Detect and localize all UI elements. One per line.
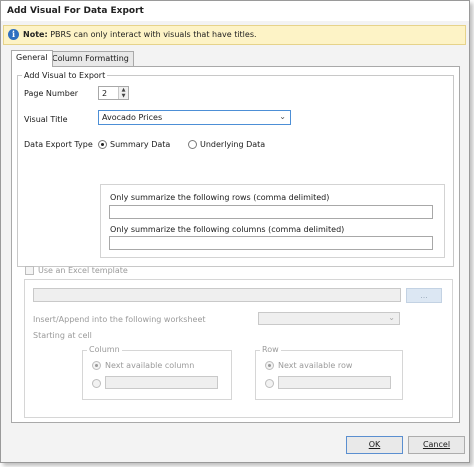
dialog-window: Add Visual For Data Export i Note: PBRS … [0,0,470,463]
ok-button[interactable]: OK [346,436,403,454]
dialog-footer: OK Cancel [1,429,469,462]
ok-label: OK [368,440,381,449]
page-number-label: Page Number [24,89,79,98]
column-next-available-radio[interactable] [92,361,101,370]
note-message: PBRS can only interact with visuals that… [50,30,257,39]
row-next-available-radio[interactable] [265,361,274,370]
column-specific-radio[interactable] [92,379,101,388]
summarize-rows-input[interactable] [109,205,433,219]
add-visual-section-label: Add Visual to Export [22,71,108,80]
tab-column-formatting[interactable]: Column Formatting [47,51,134,66]
note-banner: i Note: PBRS can only interact with visu… [3,25,466,45]
starting-cell-label: Starting at cell [33,331,92,340]
note-label: Note: [23,30,48,39]
row-group [255,350,403,400]
excel-template-label[interactable]: Use an Excel template [38,266,128,275]
summarize-rows-label: Only summarize the following rows (comma… [110,193,330,202]
visual-title-select[interactable]: Avocado Prices ⌄ [98,110,291,125]
visual-title-value: Avocado Prices [102,113,163,122]
page-number-value: 2 [102,89,108,98]
summary-data-radio[interactable] [98,140,107,149]
summarize-columns-label: Only summarize the following columns (co… [110,225,345,234]
page-number-stepper[interactable]: 2 ▲ ▼ [98,86,129,100]
worksheet-label: Insert/Append into the following workshe… [33,315,206,324]
cancel-label: Cancel [422,440,451,449]
tab-general[interactable]: General [11,50,53,67]
column-group-legend: Column [87,345,122,354]
general-panel: Add Visual to Export Page Number 2 ▲ ▼ V… [11,66,460,423]
summarize-columns-input[interactable] [109,236,433,250]
row-next-available-label[interactable]: Next available row [278,361,352,370]
chevron-down-icon: ⌄ [388,313,395,322]
underlying-data-radio[interactable] [188,140,197,149]
cancel-button[interactable]: Cancel [408,436,465,454]
column-next-available-label[interactable]: Next available column [105,361,194,370]
title-bar: Add Visual For Data Export [1,1,469,21]
browse-button[interactable]: ... [406,288,442,303]
row-specific-input[interactable] [278,376,391,389]
worksheet-select[interactable]: ⌄ [258,312,400,325]
underlying-data-label[interactable]: Underlying Data [200,140,265,149]
summary-data-label[interactable]: Summary Data [110,140,170,149]
chevron-down-icon: ⌄ [279,112,286,121]
visual-title-label: Visual Title [24,115,68,124]
window-title: Add Visual For Data Export [7,6,144,16]
row-specific-radio[interactable] [265,379,274,388]
row-group-legend: Row [260,345,281,354]
column-group [82,350,232,400]
template-path-input[interactable] [33,288,401,302]
info-icon: i [8,29,19,40]
excel-template-checkbox[interactable] [25,266,34,275]
note-text: Note: PBRS can only interact with visual… [23,30,257,39]
column-specific-input[interactable] [105,376,218,389]
stepper-down-icon[interactable]: ▼ [118,93,128,99]
data-export-type-label: Data Export Type [24,140,93,149]
